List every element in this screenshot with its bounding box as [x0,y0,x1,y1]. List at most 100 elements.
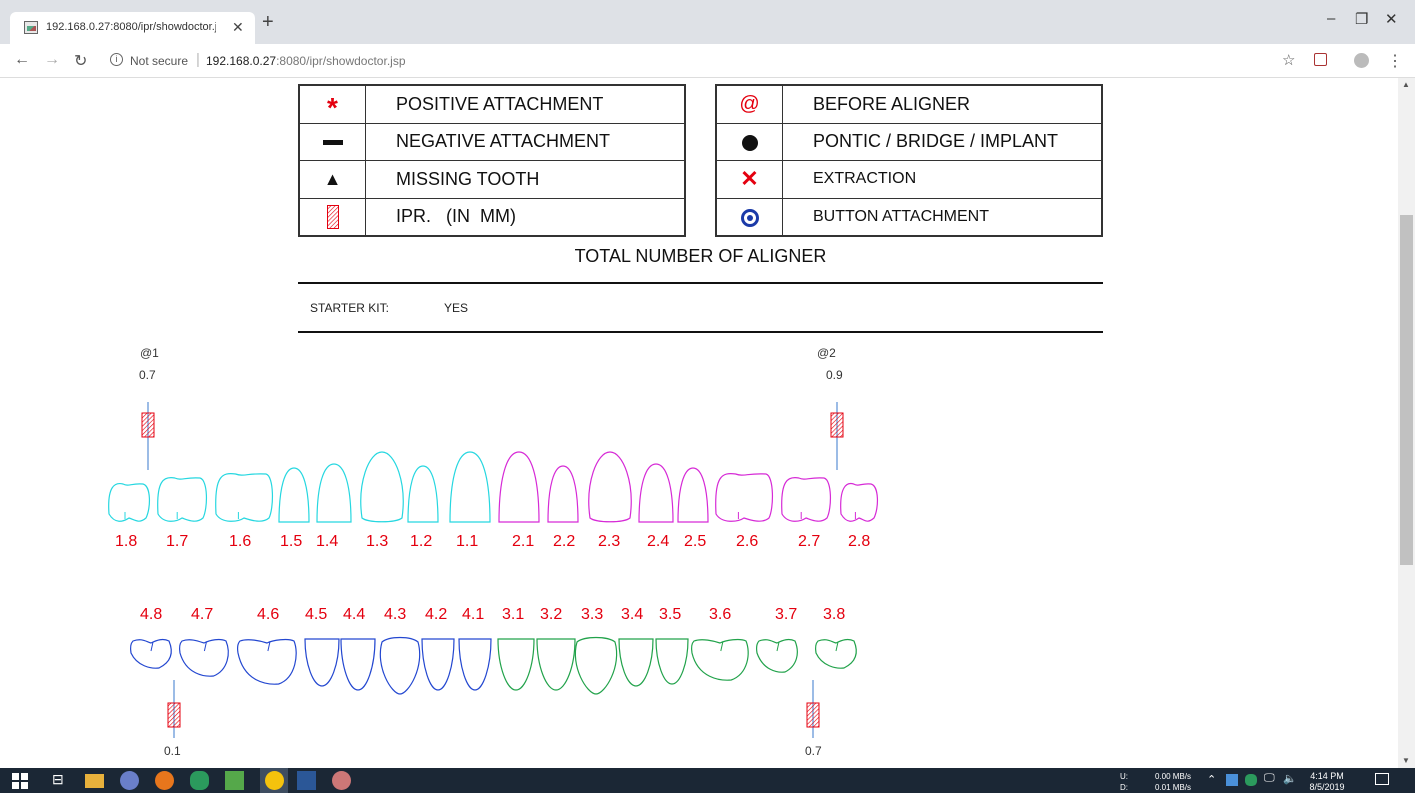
scroll-up-arrow-icon[interactable]: ▲ [1402,80,1410,89]
tooth-number-label: 1.6 [229,533,252,550]
dot-icon [741,134,758,151]
ipr-hatch-icon[interactable] [830,412,844,438]
app-icon[interactable] [190,771,209,790]
legend-row: @ BEFORE ALIGNER [716,85,1102,124]
profile-avatar-icon[interactable] [1354,53,1369,68]
legend-row: NEGATIVE ATTACHMENT [299,122,685,161]
tooth-number-label: 4.3 [384,606,407,623]
lower-tooth-4.8[interactable] [130,638,172,669]
volume-icon[interactable]: 🔈 [1283,772,1297,785]
forward-arrow-icon[interactable]: → [44,51,60,69]
scroll-down-arrow-icon[interactable]: ▼ [1402,756,1410,765]
upper-tooth-2.4[interactable] [638,463,674,523]
upper-tooth-2.3[interactable] [588,451,632,523]
upper-tooth-1.4[interactable] [316,463,352,523]
upper-tooth-2.8[interactable] [840,482,878,522]
upper-tooth-1.1[interactable] [449,451,491,523]
tab-close-icon[interactable]: ✕ [232,19,244,36]
back-arrow-icon[interactable]: ← [14,51,30,69]
upper-tooth-1.3[interactable] [360,451,404,523]
ipr-value: 0.7 [805,744,822,758]
upper-tooth-1.2[interactable] [407,465,439,523]
upper-tooth-1.5[interactable] [278,467,310,523]
lower-tooth-3.8[interactable] [815,638,857,669]
tooth-groove [720,641,724,652]
tooth-number-label: 1.1 [456,533,479,550]
firefox-icon[interactable] [155,771,174,790]
total-aligner-title: TOTAL NUMBER OF ALIGNER [574,246,827,266]
word-icon[interactable] [297,771,316,790]
divider [298,331,1103,333]
url-path: :8080/ipr/showdoctor.jsp [276,54,406,68]
tray-chevron-icon[interactable]: ⌃ [1207,773,1216,786]
notepad-icon[interactable] [225,771,244,790]
extension-icon[interactable] [1314,53,1327,66]
asterisk-icon: * [327,92,338,124]
url-omnibox[interactable]: i Not secure | 192.168.0.27:8080/ipr/sho… [104,50,1304,72]
legend-label: BUTTON ATTACHMENT [782,197,1102,236]
minimize-button[interactable]: – [1327,10,1335,27]
upper-tooth-1.6[interactable] [215,472,273,522]
network-icon[interactable]: 🖵 [1264,772,1275,785]
lower-tooth-3.6[interactable] [691,638,749,681]
lower-tooth-4.6[interactable] [237,638,297,685]
chrome-icon[interactable] [265,771,284,790]
notifications-icon[interactable] [1375,773,1389,785]
upper-tooth-2.6[interactable] [715,472,773,522]
app-icon[interactable] [332,771,351,790]
browser-tab[interactable]: 192.168.0.27:8080/ipr/showdoctor.jsp ✕ [10,12,255,44]
lower-tooth-4.3[interactable] [379,636,421,695]
lower-tooth-4.7[interactable] [179,638,229,677]
lower-tooth-4.4[interactable] [340,638,376,691]
lower-tooth-4.1[interactable] [458,638,492,691]
scrollbar-thumb[interactable] [1400,215,1413,565]
tooth-number-label: 3.5 [659,606,682,623]
info-icon[interactable]: i [110,53,123,66]
upper-tooth-1.8[interactable] [108,482,150,522]
tooth-number-label: 3.4 [621,606,644,623]
bookmark-star-icon[interactable]: ☆ [1282,51,1295,69]
file-explorer-icon[interactable] [85,774,104,788]
tooth-number-label: 4.8 [140,606,163,623]
lower-tooth-3.2[interactable] [536,638,576,691]
upper-tooth-2.1[interactable] [498,451,540,523]
upper-tooth-2.5[interactable] [677,467,709,523]
upper-tooth-1.7[interactable] [157,476,207,522]
clock-date: 8/5/2019 [1309,782,1345,792]
ipr-hatch-icon[interactable] [806,702,820,728]
lower-tooth-3.3[interactable] [574,636,618,695]
address-bar-row: ← → ↻ i Not secure | 192.168.0.27:8080/i… [0,44,1415,78]
lower-tooth-3.7[interactable] [756,638,798,673]
app-icon[interactable] [120,771,139,790]
windows-start-icon[interactable] [12,771,31,790]
legend-row: PONTIC / BRIDGE / IMPLANT [716,122,1102,161]
tooth-number-label: 4.5 [305,606,328,623]
lower-tooth-3.1[interactable] [497,638,535,691]
legend-row: IPR. (IN MM) [299,197,685,236]
tooth-number-label: 4.1 [462,606,485,623]
menu-dots-icon[interactable]: ⋮ [1387,51,1403,71]
task-view-icon[interactable]: ⊟ [52,771,71,790]
network-speed-values: 0.00 MB/s 0.01 MB/s [1155,771,1191,793]
lower-tooth-3.4[interactable] [618,638,654,687]
lower-tooth-4.5[interactable] [304,638,340,687]
reload-icon[interactable]: ↻ [74,51,87,71]
lower-tooth-4.2[interactable] [421,638,455,691]
lower-tooth-3.5[interactable] [655,638,689,685]
clock[interactable]: 4:14 PM 8/5/2019 [1305,771,1349,793]
tooth-number-label: 1.2 [410,533,433,550]
vertical-scrollbar[interactable]: ▲ ▼ [1398,78,1415,768]
tray-app-icon[interactable] [1226,774,1238,786]
ipr-hatch-icon[interactable] [167,702,181,728]
ipr-hatch-icon[interactable] [141,412,155,438]
close-window-button[interactable]: ✕ [1385,10,1398,28]
restore-button[interactable]: ❐ [1355,10,1368,28]
tray-app-icon[interactable] [1245,774,1257,786]
upper-tooth-2.2[interactable] [547,465,579,523]
button-attachment-icon [740,208,759,227]
tooth-number-label: 2.7 [798,533,821,550]
new-tab-button[interactable]: + [262,11,274,34]
before-aligner-marker: @1 [140,346,159,360]
upper-tooth-2.7[interactable] [781,476,831,522]
before-aligner-marker: @2 [817,346,836,360]
